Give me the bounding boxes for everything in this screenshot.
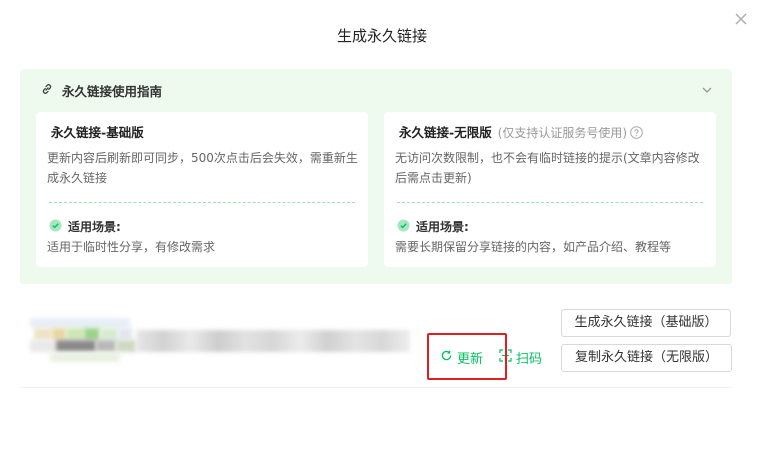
link-row: 更新 扫码 生成永久链接（基础版） 复制永久链接（无限版） [20,298,732,388]
scene-heading: 适用场景: [49,218,121,235]
unlimited-version-card: 永久链接-无限版 (仅支持认证服务号使用) 无访问次数限制，也不会有临时链接的提示… [384,112,716,267]
chevron-down-icon[interactable] [700,82,714,96]
update-label: 更新 [457,352,484,367]
refresh-icon [440,349,453,366]
link-icon [40,81,54,100]
card-description: 更新内容后刷新即可同步，500次点击后会失效，需重新生成永久链接 [47,151,358,185]
scene-text: 需要长期保留分享链接的内容，如产品介绍、教程等 [395,240,672,254]
copy-unlimited-link-button[interactable]: 复制永久链接（无限版） [561,344,732,372]
card-divider [49,202,355,203]
scene-label: 适用场景: [416,220,469,234]
card-title-text: 永久链接-基础版 [51,125,144,140]
close-icon[interactable] [732,10,750,28]
card-description: 无访问次数限制，也不会有临时链接的提示(文章内容修改后需点击更新) [395,151,700,185]
scene-label: 适用场景: [68,220,121,234]
card-divider [397,202,703,203]
card-title: 永久链接-基础版 [45,122,150,141]
card-title: 永久链接-无限版 (仅支持认证服务号使用) [393,122,643,141]
check-circle-icon [49,219,62,235]
scan-label: 扫码 [516,352,543,367]
guide-header[interactable]: 永久链接使用指南 [40,81,162,100]
scan-icon [499,349,512,366]
scene-text: 适用于临时性分享，有修改需求 [47,240,216,254]
help-icon[interactable] [630,126,643,139]
dialog-title: 生成永久链接 [336,27,427,45]
generate-basic-link-button[interactable]: 生成永久链接（基础版） [561,309,731,337]
guide-title: 永久链接使用指南 [62,84,163,99]
update-link[interactable]: 更新 [440,348,483,367]
scene-heading: 适用场景: [397,218,469,235]
guide-panel: 永久链接使用指南 永久链接-基础版 更新内容后刷新即可同步，500次点击后会失效… [20,69,732,284]
basic-version-card: 永久链接-基础版 更新内容后刷新即可同步，500次点击后会失效，需重新生成永久链… [36,112,368,267]
blurred-link-preview [30,318,410,362]
card-title-text: 永久链接-无限版 [399,125,492,140]
card-tag: (仅支持认证服务号使用) [497,126,628,140]
scan-link[interactable]: 扫码 [499,348,542,367]
check-circle-icon [397,219,410,235]
